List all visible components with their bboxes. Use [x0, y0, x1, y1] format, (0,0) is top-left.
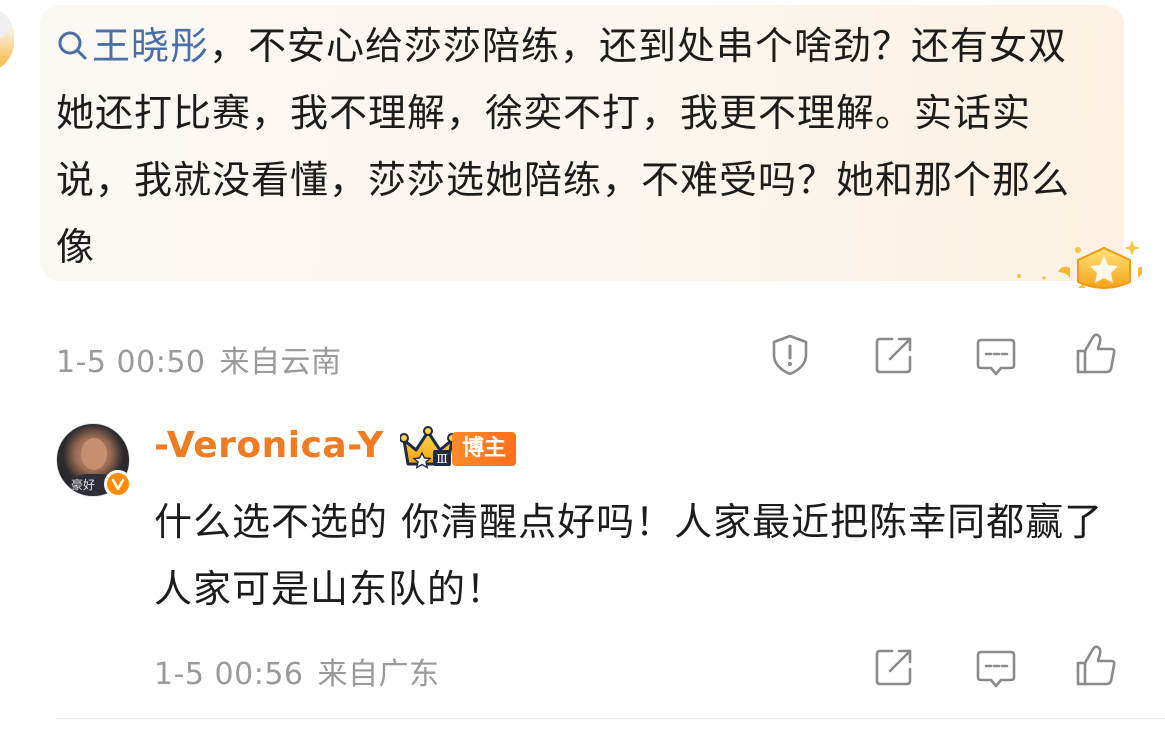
share-edit-icon	[875, 337, 912, 374]
star-badge-icon	[1017, 240, 1142, 289]
reply-username[interactable]: -Veronica-Y	[154, 425, 384, 466]
quoted-comment-time: 1-5 00:50	[56, 345, 206, 380]
share-edit-icon	[875, 649, 912, 686]
like-button[interactable]	[1074, 643, 1118, 687]
reply-comment-meta: 1-5 00:56 来自广东	[154, 649, 440, 693]
comment-icon	[976, 650, 1016, 688]
quoted-mention-link[interactable]: 王晓彤	[92, 24, 209, 68]
thumbs-up-icon	[1076, 645, 1116, 686]
quoted-comment-location: 来自云南	[219, 345, 342, 380]
quoted-comment-text: 王晓彤，不安心给莎莎陪练，还到处串个啥劲？还有女双她还打比赛，我不理解，徐奕不打…	[56, 13, 1106, 281]
comment-button[interactable]	[974, 647, 1018, 691]
share-button[interactable]	[872, 645, 916, 689]
reply-comment-location: 来自广东	[317, 657, 440, 692]
search-icon	[56, 17, 90, 60]
blogger-tag: 博主	[452, 432, 517, 466]
share-button[interactable]	[872, 333, 916, 377]
avatar-watermark: 豪好	[71, 478, 96, 492]
comment-button[interactable]	[974, 335, 1018, 379]
divider	[56, 718, 1165, 719]
thumbs-up-icon	[1076, 333, 1116, 374]
quoted-comment-body: ，不安心给莎莎陪练，还到处串个啥劲？还有女双她还打比赛，我不理解，徐奕不打，我更…	[56, 24, 1071, 269]
like-button[interactable]	[1074, 331, 1118, 375]
previous-user-avatar[interactable]	[0, 6, 14, 72]
reply-comment-time: 1-5 00:56	[154, 657, 304, 692]
verified-v-icon	[104, 470, 132, 498]
crown-level: Ⅲ	[436, 452, 448, 466]
crown-icon: Ⅲ	[400, 426, 456, 469]
shield-alert-icon	[772, 334, 808, 376]
report-button[interactable]	[768, 333, 812, 377]
quoted-comment-meta: 1-5 00:50 来自云南	[56, 337, 342, 381]
comment-icon	[976, 338, 1016, 376]
reply-comment-text: 什么选不选的 你清醒点好吗！人家最近把陈幸同都赢了 人家可是山东队的！	[154, 500, 1104, 611]
